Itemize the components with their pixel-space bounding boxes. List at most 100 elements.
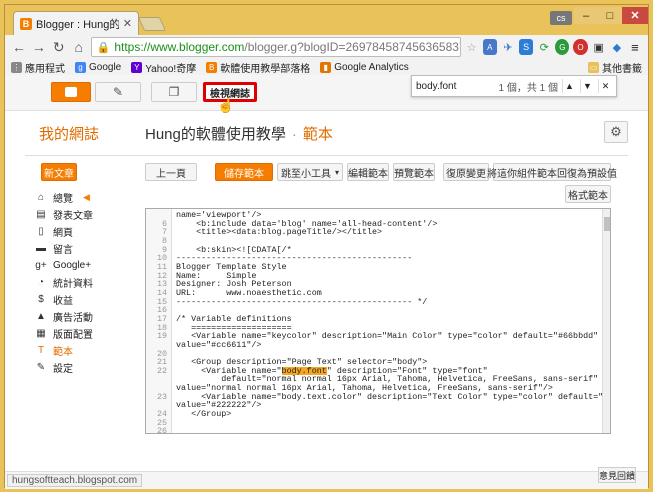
- code-text: <b:include data='blog' name='all-head-co…: [170, 220, 437, 229]
- bookmark-analytics[interactable]: ▮ Google Analytics: [320, 61, 409, 73]
- extension-wing-icon[interactable]: ✈: [501, 39, 515, 55]
- gear-icon[interactable]: ⚙: [604, 121, 628, 143]
- my-blogs-link[interactable]: 我的網誌: [39, 123, 99, 144]
- code-text: Blogger Template Style: [170, 263, 287, 272]
- code-segment: <Variable name=": [176, 366, 282, 376]
- sidebar-item-layout[interactable]: ▦ 版面配置: [35, 325, 125, 342]
- find-input[interactable]: body.font: [416, 81, 495, 92]
- code-text: value="#cc6611"/>: [170, 341, 261, 350]
- browser-toolbar: ← → ↻ ⌂ 🔒 https://www.blogger.com/blogge…: [5, 35, 648, 59]
- code-segment: </Group>: [176, 410, 232, 419]
- code-segment: value="#222222"/>: [176, 401, 262, 411]
- code-text: <Variable name="body.text.color" descrip…: [170, 393, 604, 402]
- code-segment: /* Variable definitions: [176, 314, 292, 324]
- chevron-down-icon: ▾: [334, 167, 339, 177]
- sidebar-item-googleplus[interactable]: g+ Google+: [35, 257, 125, 274]
- edit-template-button[interactable]: 編輯範本: [347, 163, 389, 181]
- sidebar-item-label: 設定: [53, 364, 73, 375]
- undo-changes-button[interactable]: 復原變更: [443, 163, 489, 181]
- sidebar-item-template[interactable]: T 範本: [35, 342, 125, 359]
- bookmark-apps[interactable]: ⋮ 應用程式: [11, 60, 65, 75]
- minimize-button[interactable]: –: [574, 7, 598, 24]
- status-url: hungsoftteach.blogspot.com: [7, 474, 143, 487]
- browser-tab[interactable]: B Blogger : Hung的軟體使 ✕: [13, 11, 139, 35]
- sidebar-item-overview[interactable]: ⌂ 總覽 ◀: [35, 189, 125, 206]
- sidebar-item-label: 總覽: [53, 194, 73, 205]
- close-window-button[interactable]: ✕: [622, 7, 648, 24]
- code-line: 20: [146, 349, 604, 359]
- bookmark-google[interactable]: g Google: [75, 61, 121, 73]
- preview-template-button[interactable]: 預覽範本: [393, 163, 435, 181]
- bookmark-blogger[interactable]: B 軟體使用教學部落格: [206, 60, 310, 75]
- code-line: 13 Designer: Josh Peterson: [146, 280, 604, 289]
- format-template-button[interactable]: 格式範本: [565, 185, 611, 203]
- header-divider: [25, 155, 628, 156]
- editor-scrollbar[interactable]: [602, 209, 610, 433]
- code-text: value="normal normal 16px Arial, Tahoma,…: [170, 384, 553, 393]
- other-bookmarks-label: 其他書籤: [602, 63, 642, 75]
- jump-to-widget-button[interactable]: 跳至小工具 ▾: [277, 163, 343, 181]
- extension-refresh-icon[interactable]: ⟳: [537, 39, 551, 55]
- home-icon[interactable]: ⌂: [71, 38, 87, 56]
- extension-s-icon[interactable]: S: [519, 39, 534, 55]
- other-bookmarks[interactable]: ▭ 其他書籤: [588, 60, 642, 75]
- feedback-button[interactable]: 意見回饋: [598, 467, 636, 483]
- code-line: 22 <Variable name="body.font" descriptio…: [146, 367, 604, 376]
- sidebar-item-label: 廣告活動: [53, 313, 93, 324]
- blogger-logo-icon: [65, 87, 77, 97]
- blogger-home-button[interactable]: [51, 82, 91, 102]
- find-prev-icon[interactable]: ▲: [562, 79, 576, 93]
- profile-badge[interactable]: cs: [550, 11, 572, 25]
- sidebar-item-posts[interactable]: ▤ 發表文章: [35, 206, 125, 223]
- sidebar-item-pages[interactable]: ▯ 網頁: [35, 223, 125, 240]
- new-post-pen-button[interactable]: ✎: [95, 82, 141, 102]
- code-line: 17/* Variable definitions: [146, 315, 604, 324]
- bookmark-star-icon[interactable]: ☆: [465, 39, 479, 55]
- sidebar-item-settings[interactable]: ✎ 設定: [35, 359, 125, 376]
- code-text: <b:skin><![CDATA[/*: [170, 246, 292, 255]
- forward-icon[interactable]: →: [31, 38, 47, 56]
- code-text: <Variable name="keycolor" description="M…: [170, 332, 598, 341]
- template-code-editor[interactable]: name='viewport'/> 6 <b:include data='blog…: [145, 208, 611, 434]
- find-next-icon[interactable]: ▼: [580, 79, 594, 93]
- reload-icon[interactable]: ↻: [51, 38, 67, 56]
- posts-list-button[interactable]: ❐: [151, 82, 197, 102]
- maximize-button[interactable]: □: [598, 7, 622, 24]
- save-template-button[interactable]: 儲存範本: [215, 163, 273, 181]
- back-button[interactable]: 上一頁: [145, 163, 197, 181]
- code-segment: <b:include data='blog' name='all-head-co…: [176, 219, 438, 229]
- extension-camera-icon[interactable]: ▣: [592, 39, 606, 55]
- jump-to-widget-label: 跳至小工具: [280, 168, 331, 180]
- extension-green-icon[interactable]: G: [555, 39, 570, 55]
- code-line: 16: [146, 306, 604, 315]
- address-bar[interactable]: 🔒 https://www.blogger.com/blogger.g?blog…: [90, 37, 461, 57]
- back-icon[interactable]: ←: [11, 38, 27, 56]
- translate-icon[interactable]: A: [482, 39, 497, 55]
- sidebar-item-earnings[interactable]: $ 收益: [35, 291, 125, 308]
- new-post-button[interactable]: 新文章: [41, 163, 77, 181]
- sidebar-item-comments[interactable]: ▬ 留言: [35, 240, 125, 257]
- analytics-icon: ▮: [320, 61, 332, 73]
- bookmark-yahoo[interactable]: Y Yahoo!奇摩: [131, 60, 196, 75]
- extension-opera-icon[interactable]: O: [573, 39, 588, 55]
- blogger-topbar: ✎ ❐ 檢視網誌 ☝ body.font 1 個，共 1 個 ▲ ▼ ✕: [5, 75, 648, 113]
- bookmarks-bar: ⋮ 應用程式 g Google Y Yahoo!奇摩 B 軟體使用教學部落格 ▮…: [5, 59, 648, 75]
- code-text: ----------------------------------------…: [170, 298, 427, 307]
- sidebar-item-stats[interactable]: ◔ 統計資料: [35, 274, 125, 291]
- page-title: Hung的軟體使用教學 · 範本: [145, 123, 333, 144]
- revert-widgets-button[interactable]: 將這你組件範本回復為預設值: [487, 163, 617, 181]
- find-close-icon[interactable]: ✕: [598, 79, 612, 93]
- code-segment: name='viewport'/>: [176, 211, 262, 220]
- extension-dropbox-icon[interactable]: ◆: [610, 39, 624, 55]
- new-tab-button[interactable]: [137, 17, 167, 31]
- close-tab-icon[interactable]: ✕: [123, 17, 132, 30]
- browser-window: B Blogger : Hung的軟體使 ✕ cs – □ ✕ ← → ↻ ⌂ …: [4, 4, 649, 489]
- code-segment: ----------------------------------------…: [176, 254, 413, 263]
- sidebar-item-campaigns[interactable]: ▲ 廣告活動: [35, 308, 125, 325]
- campaigns-icon: ▲: [36, 311, 46, 322]
- editor-scrollbar-thumb[interactable]: [604, 217, 610, 231]
- menu-icon[interactable]: ≡: [628, 39, 642, 55]
- code-line: 21 <Group description="Page Text" select…: [146, 358, 604, 367]
